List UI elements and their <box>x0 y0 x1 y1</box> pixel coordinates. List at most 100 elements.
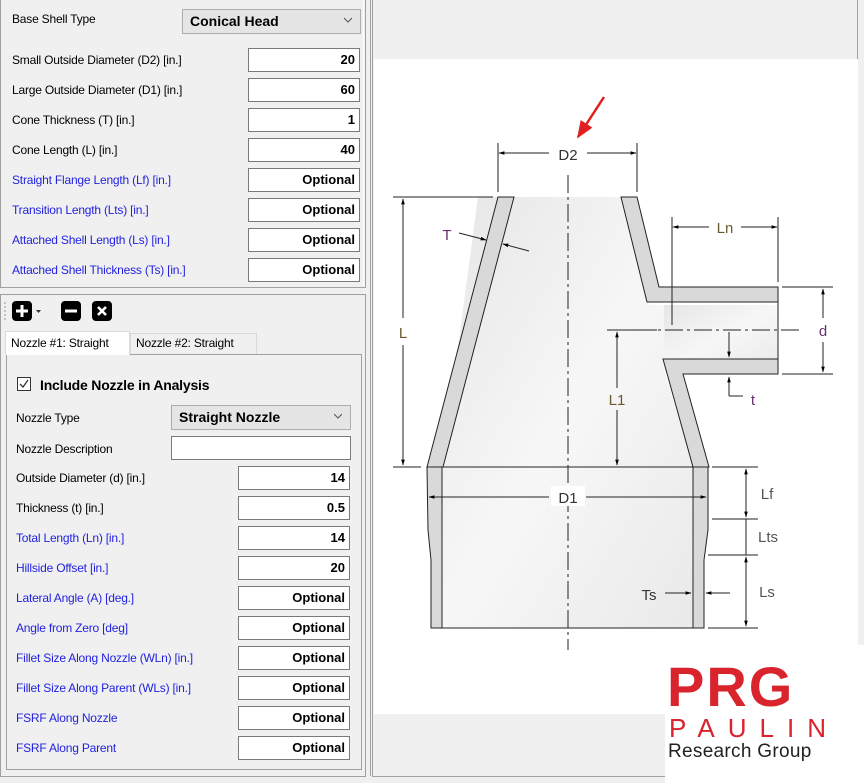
base-shell-field-row: Cone Length (L) [in.] <box>12 143 117 157</box>
nozzle-field-label: Fillet Size Along Parent (WLs) [in.] <box>16 681 191 695</box>
field-input[interactable]: 20 <box>248 48 360 72</box>
nozzle-description-input[interactable] <box>171 436 351 460</box>
nozzle-description-label: Nozzle Description <box>16 442 113 456</box>
dim-label-d1: D1 <box>558 490 577 507</box>
caret-down-icon[interactable] <box>36 310 41 314</box>
dim-label-d2: D2 <box>558 147 577 164</box>
tab-nozzle-2[interactable]: Nozzle #2: Straight <box>130 333 257 354</box>
nozzle-field-label: Outside Diameter (d) [in.] <box>16 471 145 485</box>
dim-label-l: L <box>399 325 407 342</box>
field-input[interactable]: Optional <box>248 198 360 222</box>
field-input[interactable]: Optional <box>248 258 360 282</box>
field-label: Small Outside Diameter (D2) [in.] <box>12 53 182 67</box>
nozzle-field-value: 14 <box>330 530 345 545</box>
dim-label-lf: Lf <box>761 486 774 503</box>
toolbar-grip[interactable] <box>4 301 6 321</box>
nozzle-field-value: 20 <box>330 560 345 575</box>
field-value: Optional <box>302 172 355 187</box>
nozzle-field-input[interactable]: Optional <box>238 616 350 640</box>
nozzle-field-input[interactable]: 14 <box>238 526 350 550</box>
nozzle-field-label: Total Length (Ln) [in.] <box>16 531 125 545</box>
tab-nozzle-1-label: Nozzle #1: Straight <box>11 336 109 350</box>
field-label: Cone Thickness (T) [in.] <box>12 113 135 127</box>
minus-icon <box>65 309 77 313</box>
field-value: 1 <box>347 112 355 127</box>
nozzle-field-input[interactable]: Optional <box>238 706 350 730</box>
base-shell-type-row: Base Shell Type <box>12 12 96 26</box>
dim-label-t-nozzle: t <box>751 392 756 409</box>
base-shell-field-row: Attached Shell Length (Ls) [in.] <box>12 233 170 247</box>
nozzle-field-value: Optional <box>292 740 345 755</box>
checkmark-icon <box>19 379 29 389</box>
nozzle-field-input[interactable]: 20 <box>238 556 350 580</box>
shell-wall-left <box>426 466 443 629</box>
nozzle-type-label: Nozzle Type <box>16 411 80 425</box>
base-shell-field-row: Small Outside Diameter (D2) [in.] <box>12 53 182 67</box>
base-shell-field-row: Straight Flange Length (Lf) [in.] <box>12 173 171 187</box>
chevron-down-icon <box>334 413 342 419</box>
shell-wall-right <box>692 466 709 629</box>
base-shell-type-label: Base Shell Type <box>12 12 96 26</box>
base-shell-field-row: Large Outside Diameter (D1) [in.] <box>12 83 182 97</box>
nozzle-field-value: Optional <box>292 590 345 605</box>
nozzle-field-label: FSRF Along Nozzle <box>16 711 118 725</box>
nozzle-type-value: Straight Nozzle <box>179 409 281 425</box>
tab-nozzle-1[interactable]: Nozzle #1: Straight <box>5 331 130 355</box>
dim-label-l1: L1 <box>609 392 626 409</box>
include-nozzle-checkbox[interactable] <box>17 377 31 391</box>
nozzle-field-value: Optional <box>292 620 345 635</box>
highlight-arrow <box>576 96 606 139</box>
diagram-canvas: D2 L T L1 Ln d t D1 Lf Lts Ls Ts <box>374 59 858 714</box>
field-value: Optional <box>302 262 355 277</box>
remove-nozzle-button[interactable] <box>61 301 81 321</box>
prg-logo: PRG PAULIN Research Group <box>665 645 864 783</box>
nozzle-field-value: Optional <box>292 710 345 725</box>
nozzle-field-input[interactable]: Optional <box>238 676 350 700</box>
nozzle-field-value: 0.5 <box>326 500 345 515</box>
field-value: 60 <box>340 82 355 97</box>
nozzle-field-label: Lateral Angle (A) [deg.] <box>16 591 134 605</box>
logo-prg-text: PRG <box>667 655 795 718</box>
nozzle-field-value: Optional <box>292 680 345 695</box>
nozzle-field-value: Optional <box>292 650 345 665</box>
include-nozzle-label[interactable]: Include Nozzle in Analysis <box>40 377 210 393</box>
dim-label-ls: Ls <box>759 584 775 601</box>
field-label: Straight Flange Length (Lf) [in.] <box>12 173 171 187</box>
dim-label-lts: Lts <box>758 529 778 546</box>
nozzle-panel: Nozzle #1: Straight Nozzle #2: Straight … <box>0 294 366 777</box>
nozzle-field-label: Angle from Zero [deg] <box>16 621 128 635</box>
field-input[interactable]: 40 <box>248 138 360 162</box>
add-nozzle-button[interactable] <box>12 301 32 321</box>
nozzle-field-input[interactable]: 0.5 <box>238 496 350 520</box>
base-shell-type-select[interactable]: Conical Head <box>182 9 361 34</box>
cone-wall-right-upper <box>620 196 779 303</box>
tab-nozzle-2-label: Nozzle #2: Straight <box>136 336 234 350</box>
base-shell-field-row: Cone Thickness (T) [in.] <box>12 113 135 127</box>
dim-label-t-cone: T <box>442 227 451 244</box>
conical-head-diagram: D2 L T L1 Ln d t D1 Lf Lts Ls Ts <box>393 96 833 650</box>
field-value: Optional <box>302 202 355 217</box>
app-window: Base Shell Type Conical Head Small Outsi… <box>0 0 864 783</box>
nozzle-field-label: Fillet Size Along Nozzle (WLn) [in.] <box>16 651 193 665</box>
plus-icon <box>16 305 28 317</box>
field-input[interactable]: 60 <box>248 78 360 102</box>
nozzle-field-input[interactable]: 14 <box>238 466 350 490</box>
field-label: Transition Length (Lts) [in.] <box>12 203 149 217</box>
nozzle-type-select[interactable]: Straight Nozzle <box>171 405 351 430</box>
nozzle-field-input[interactable]: Optional <box>238 736 350 760</box>
nozzle-field-input[interactable]: Optional <box>238 586 350 610</box>
field-label: Cone Length (L) [in.] <box>12 143 118 157</box>
chevron-down-icon <box>344 17 352 23</box>
base-shell-field-row: Transition Length (Lts) [in.] <box>12 203 149 217</box>
nozzle-field-value: 14 <box>330 470 345 485</box>
dim-label-ln: Ln <box>717 220 734 237</box>
field-label: Attached Shell Length (Ls) [in.] <box>12 233 170 247</box>
field-label: Attached Shell Thickness (Ts) [in.] <box>12 263 186 277</box>
base-shell-field-row: Attached Shell Thickness (Ts) [in.] <box>12 263 186 277</box>
field-input[interactable]: 1 <box>248 108 360 132</box>
delete-nozzle-button[interactable] <box>92 301 112 321</box>
nozzle-tab-page: Include Nozzle in Analysis Nozzle Type S… <box>6 354 362 770</box>
nozzle-field-input[interactable]: Optional <box>238 646 350 670</box>
field-input[interactable]: Optional <box>248 168 360 192</box>
field-input[interactable]: Optional <box>248 228 360 252</box>
